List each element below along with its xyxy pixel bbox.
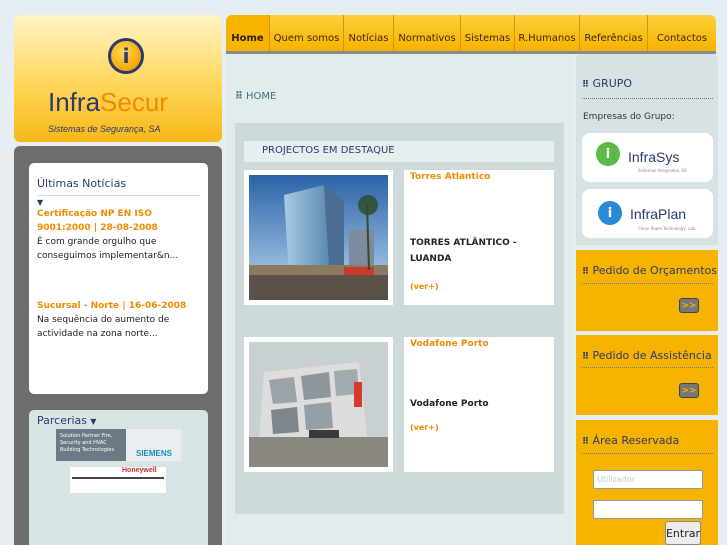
grip-icon: ⠿ (582, 267, 590, 277)
chevron-down-icon: ▼ (90, 417, 97, 426)
logo-tagline: Sistemas de Segurança, SA (48, 124, 161, 134)
budget-request-title: ⠿ Pedido de Orçamentos (582, 264, 717, 277)
infraplan-logo-link[interactable]: i InfraPlan Clean Room Technology, Lda. (582, 189, 713, 238)
nav-tab-normativos[interactable]: Normativos (394, 15, 461, 51)
divider (582, 98, 713, 99)
siemens-partner-text: Solution Partner Fire, Security and HVAC… (56, 429, 126, 461)
project-thumbnail[interactable] (244, 337, 393, 472)
divider (72, 477, 164, 479)
reserved-area-label: Área Reservada (592, 434, 680, 447)
news-excerpt: Na sequência do aumento de actividade na… (37, 315, 170, 339)
username-field[interactable]: Utilizador (593, 470, 703, 489)
group-title-text: GRUPO (592, 77, 633, 90)
logo-name: InfraSecur (48, 88, 168, 116)
grip-icon: ⠿ (582, 437, 590, 447)
project-description: TORRES ATLÂNTICO - LUANDA (410, 238, 517, 264)
assistance-request-panel (576, 335, 718, 415)
assistance-request-title: ⠿ Pedido de Assistência (582, 349, 712, 362)
project-more-link[interactable]: (ver+) (410, 281, 548, 293)
budget-request-panel (576, 250, 718, 331)
news-excerpt: É com grande orgulho que conseguimos imp… (37, 237, 179, 261)
infrasys-name: InfraSys (628, 149, 680, 165)
reserved-area-title: ⠿ Área Reservada (582, 434, 679, 447)
honeywell-logo-text: Honeywell (122, 467, 157, 474)
grip-icon: ⠿ (582, 352, 590, 362)
news-panel: Últimas Notícias ▼ Certificação NP EN IS… (29, 163, 208, 394)
breadcrumb: ⠿ HOME (235, 91, 276, 102)
login-button[interactable]: Entrar (665, 521, 701, 545)
news-title: Últimas Notícias (37, 177, 200, 196)
building-photo-icon (249, 342, 388, 467)
nav-tab-quem-somos[interactable]: Quem somos (270, 15, 344, 51)
password-field[interactable] (593, 500, 703, 519)
nav-tab-home[interactable]: Home (226, 15, 270, 51)
project-more-link[interactable]: (ver+) (410, 422, 548, 434)
logo-name-part1: Infra (48, 87, 101, 117)
infraplan-logo-icon: i (598, 201, 622, 225)
divider (582, 367, 713, 368)
partners-title: Parcerias (37, 414, 88, 427)
infraplan-sub: Clean Room Technology, Lda. (638, 226, 697, 231)
grip-icon: ⠿ (582, 80, 590, 90)
building-photo-icon (249, 175, 388, 300)
infrasys-logo-icon: i (596, 142, 620, 166)
project-title-link[interactable]: Torres Atlantico (410, 171, 548, 183)
group-companies-label: Empresas do Grupo: (583, 112, 675, 122)
project-description: Vodafone Porto (410, 399, 489, 409)
infrasys-sub: Sistemas Integrados, SA (638, 168, 687, 173)
nav-tab-sistemas[interactable]: Sistemas (461, 15, 515, 51)
infrasecur-logo-icon: i (108, 38, 144, 74)
main-nav: Home Quem somos Notícias Normativos Sist… (226, 15, 716, 51)
project-title-link[interactable]: Vodafone Porto (410, 338, 548, 350)
news-headline-link[interactable]: Sucursal - Norte | 16-06-2008 (37, 299, 200, 313)
siemens-logo-text: SIEMENS (136, 449, 173, 458)
nav-tab-contactos[interactable]: Contactos (648, 15, 716, 51)
divider (582, 283, 713, 284)
nav-tab-noticias[interactable]: Notícias (344, 15, 394, 51)
project-card: Torres Atlantico TORRES ATLÂNTICO - LUAN… (404, 170, 554, 305)
featured-projects-title: PROJECTOS EM DESTAQUE (244, 141, 554, 162)
news-item: Certificação NP EN ISO 9001:2000 | 28-08… (37, 207, 200, 263)
assistance-request-label: Pedido de Assistência (592, 349, 712, 362)
chevron-down-icon: ▼ (37, 198, 44, 207)
news-headline-link[interactable]: Certificação NP EN ISO 9001:2000 | 28-08… (37, 207, 200, 235)
group-title: ⠿ GRUPO (582, 77, 632, 90)
breadcrumb-label: HOME (246, 91, 277, 102)
grip-icon: ⠿ (235, 91, 243, 102)
news-item: Sucursal - Norte | 16-06-2008 Na sequênc… (37, 299, 200, 341)
infrasys-logo-link[interactable]: i InfraSys Sistemas Integrados, SA (582, 133, 713, 182)
nav-tab-rhumanos[interactable]: R.Humanos (515, 15, 580, 51)
project-card: Vodafone Porto Vodafone Porto (ver+) (404, 337, 554, 472)
logo-panel[interactable] (14, 15, 222, 142)
assistance-request-go-button[interactable]: >> (679, 383, 699, 398)
logo-name-part2: Secur (100, 87, 168, 117)
infraplan-name: InfraPlan (630, 206, 687, 222)
divider (582, 453, 713, 454)
budget-request-label: Pedido de Orçamentos (592, 264, 717, 277)
project-thumbnail[interactable] (244, 170, 393, 305)
nav-tab-referencias[interactable]: Referências (580, 15, 648, 51)
budget-request-go-button[interactable]: >> (679, 298, 699, 313)
